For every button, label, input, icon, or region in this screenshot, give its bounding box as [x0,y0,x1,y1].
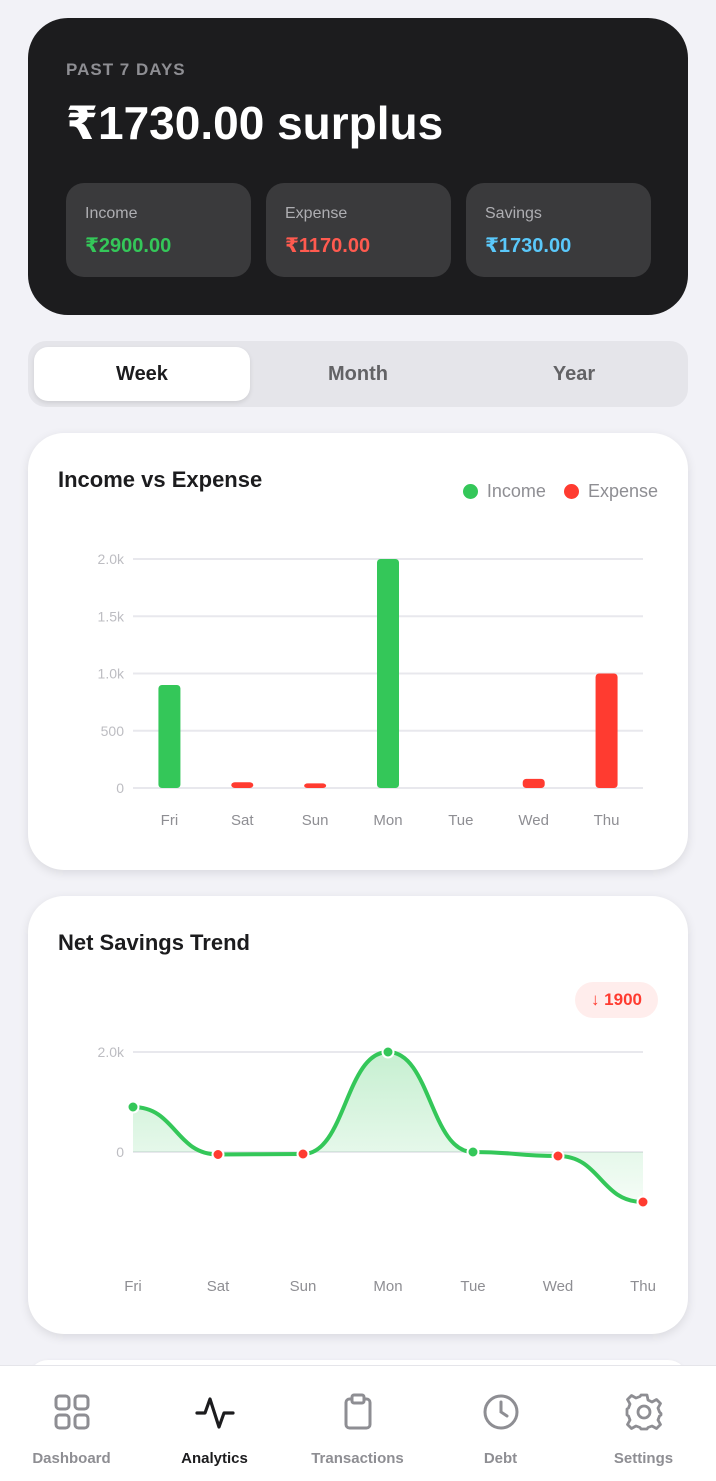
segment-week[interactable]: Week [34,347,250,401]
trend-point [636,1195,650,1209]
income-expense-bar-chart: 0 500 1.0k 1.5k 2.0k Fri Sat Sun Mon Tue Wed Thu [98,551,643,829]
bar-expense [231,782,254,788]
segment-month[interactable]: Month [250,347,466,401]
nav-analytics[interactable]: Analytics [143,1366,286,1481]
x-tick-label: Wed [518,812,549,829]
nav-analytics-label: Analytics [181,1450,248,1467]
trend-point [126,1100,140,1114]
x-tick-label: Tue [460,1278,485,1295]
x-tick-label: Wed [543,1278,574,1295]
trend-point [551,1149,565,1163]
bottom-navigation: Dashboard Analytics Transactions Debt Se… [0,1365,716,1481]
net-savings-card: Net Savings Trend ↓ 1900 0 2.0k Fri Sat Sun M… [28,896,688,1334]
x-tick-label: Thu [630,1278,656,1295]
trend-area [133,1052,643,1202]
period-label: PAST 7 DAYS [66,60,186,79]
x-tick-label: Sat [231,812,254,829]
bar-expense [595,673,618,788]
income-stat: Income ₹2900.00 [66,183,251,277]
trend-point [211,1148,225,1161]
income-expense-card: Income vs Expense Income Expense 0 500 1.0… [28,433,688,870]
income-stat-value: ₹2900.00 [85,235,172,257]
expense-stat-label: Expense [285,205,348,222]
nav-settings[interactable]: Settings [572,1366,715,1481]
period-segmented-control: Week Month Year [28,341,688,407]
y-tick-label: 2.0k [98,1044,125,1060]
net-savings-trend-chart: 0 2.0k Fri Sat Sun Mon Tue Wed Thu [98,1044,656,1295]
trend-point [466,1145,480,1159]
nav-settings-label: Settings [613,1450,674,1467]
y-tick-label: 0 [116,1144,124,1160]
trend-point [296,1147,310,1161]
nav-dashboard[interactable]: Dashboard [0,1366,143,1481]
trend-point [381,1045,395,1059]
x-tick-label: Sun [290,1278,317,1295]
nav-transactions[interactable]: Transactions [286,1366,429,1481]
summary-card: PAST 7 DAYS ₹1730.00 surplus Income ₹290… [28,18,688,315]
income-stat-label: Income [85,205,138,222]
expense-stat-value: ₹1170.00 [285,235,371,257]
activity-icon [194,1397,235,1429]
bar-expense [304,783,327,788]
y-tick-label: 1.5k [98,608,125,624]
x-tick-label: Sat [207,1278,230,1295]
gear-icon [625,1393,662,1431]
y-tick-label: 0 [116,780,124,796]
savings-stat: Savings ₹1730.00 [466,183,651,277]
x-tick-label: Tue [448,812,473,829]
x-tick-label: Sun [302,812,329,829]
savings-stat-label: Savings [485,205,542,222]
x-tick-label: Mon [373,812,402,829]
x-tick-label: Mon [373,1278,402,1295]
clipboard-icon [344,1393,371,1430]
surplus-headline: ₹1730.00 surplus [66,97,444,149]
bar-expense [522,778,545,788]
nav-debt-label: Debt [483,1450,518,1467]
x-tick-label: Fri [124,1278,142,1295]
nav-dashboard-label: Dashboard [32,1450,111,1467]
segment-year[interactable]: Year [466,347,682,401]
savings-stat-value: ₹1730.00 [485,235,572,257]
bar-income [158,684,181,788]
y-tick-label: 2.0k [98,551,125,567]
x-tick-label: Thu [594,812,620,829]
x-tick-label: Fri [161,812,179,829]
clock-icon [483,1394,518,1430]
expense-stat: Expense ₹1170.00 [266,183,451,277]
y-tick-label: 500 [101,723,125,739]
nav-debt[interactable]: Debt [429,1366,572,1481]
bar-income [377,559,399,788]
nav-transactions-label: Transactions [311,1450,404,1467]
y-tick-label: 1.0k [98,666,125,682]
grid-icon [54,1394,89,1430]
